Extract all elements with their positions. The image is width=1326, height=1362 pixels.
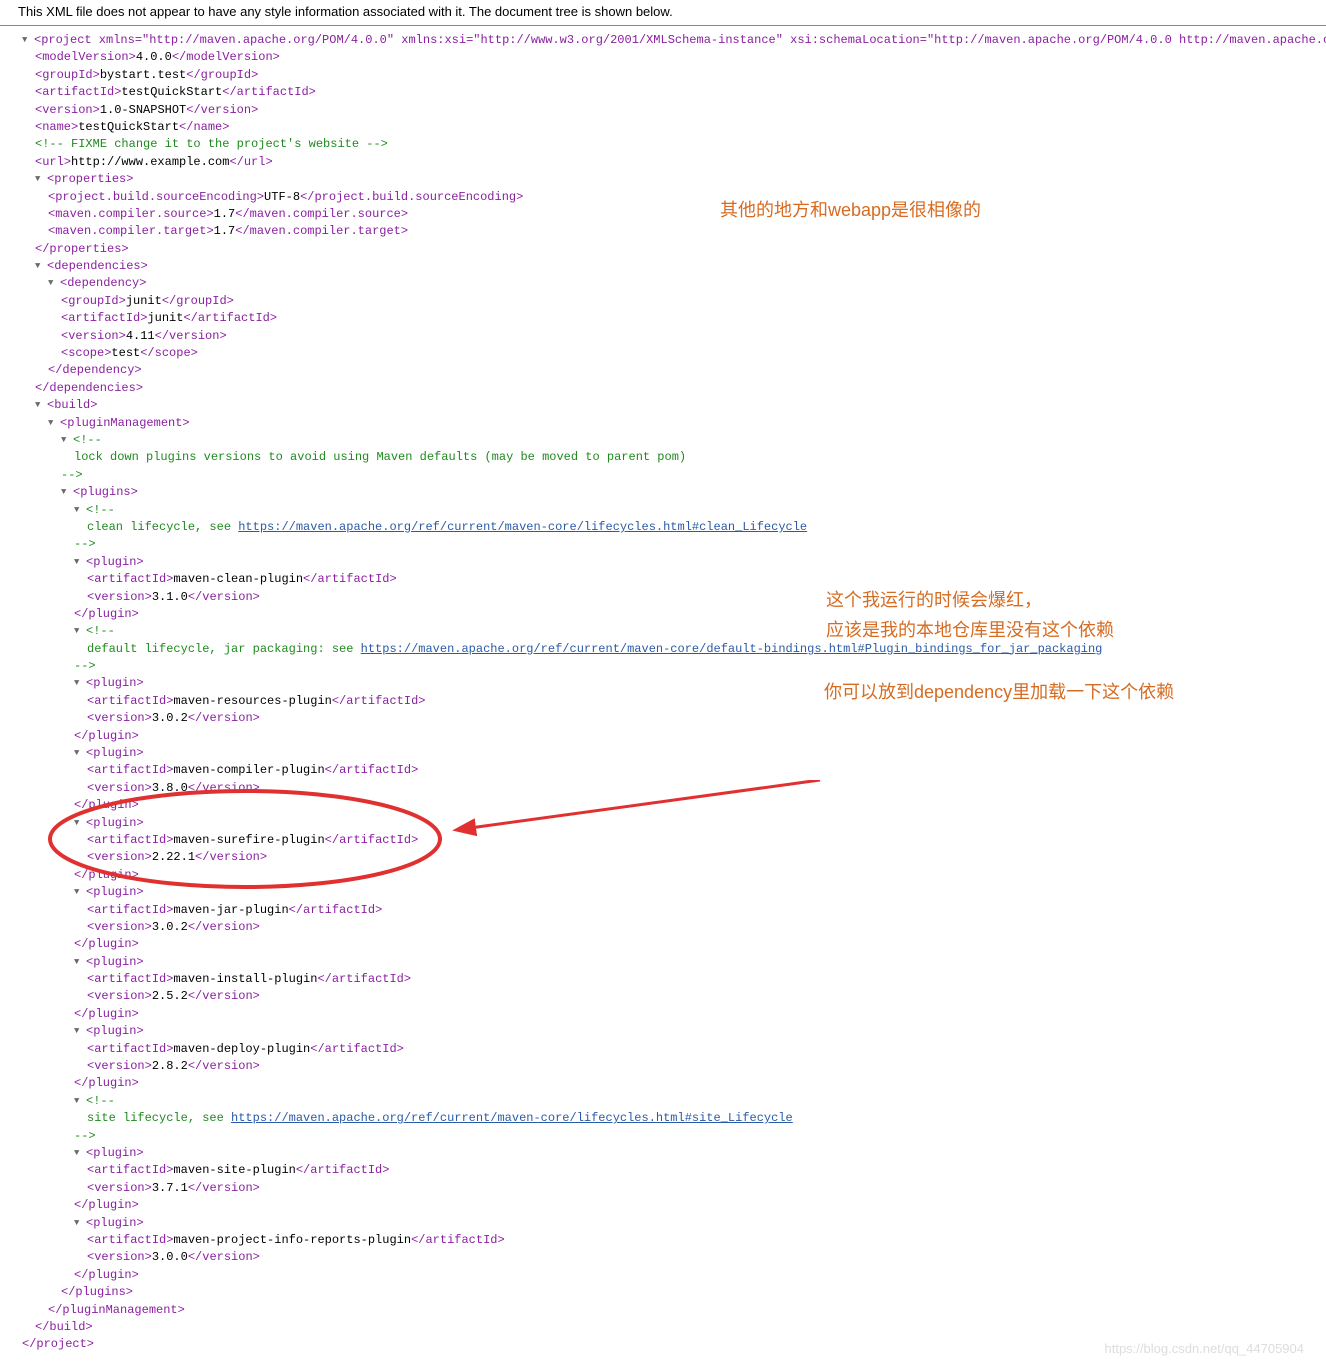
toggle-icon[interactable]: ▼ bbox=[74, 817, 84, 830]
toggle-icon[interactable]: ▼ bbox=[35, 173, 45, 186]
toggle-icon[interactable]: ▼ bbox=[74, 1095, 84, 1108]
link-site-lifecycle[interactable]: https://maven.apache.org/ref/current/mav… bbox=[231, 1111, 793, 1125]
toggle-icon[interactable]: ▼ bbox=[48, 277, 58, 290]
annotation-1: 其他的地方和webapp是很相像的 bbox=[720, 196, 981, 222]
toggle-icon[interactable]: ▼ bbox=[74, 747, 84, 760]
toggle-icon[interactable]: ▼ bbox=[22, 34, 32, 47]
toggle-icon[interactable]: ▼ bbox=[74, 1217, 84, 1230]
annotation-4: 你可以放到dependency里加载一下这个依赖 bbox=[824, 678, 1174, 704]
toggle-icon[interactable]: ▼ bbox=[35, 399, 45, 412]
xml-notice: This XML file does not appear to have an… bbox=[0, 0, 1326, 26]
toggle-icon[interactable]: ▼ bbox=[61, 486, 71, 499]
link-clean-lifecycle[interactable]: https://maven.apache.org/ref/current/mav… bbox=[238, 520, 807, 534]
toggle-icon[interactable]: ▼ bbox=[74, 956, 84, 969]
toggle-icon[interactable]: ▼ bbox=[74, 504, 84, 517]
toggle-icon[interactable]: ▼ bbox=[74, 677, 84, 690]
annotation-2: 这个我运行的时候会爆红， bbox=[826, 586, 1042, 612]
toggle-icon[interactable]: ▼ bbox=[74, 1147, 84, 1160]
project-open: <project xmlns="http://maven.apache.org/… bbox=[34, 33, 1326, 47]
toggle-icon[interactable]: ▼ bbox=[74, 886, 84, 899]
toggle-icon[interactable]: ▼ bbox=[74, 556, 84, 569]
toggle-icon[interactable]: ▼ bbox=[74, 1025, 84, 1038]
annotation-3: 应该是我的本地仓库里没有这个依赖 bbox=[826, 616, 1114, 642]
toggle-icon[interactable]: ▼ bbox=[74, 625, 84, 638]
toggle-icon[interactable]: ▼ bbox=[35, 260, 45, 273]
toggle-icon[interactable]: ▼ bbox=[48, 417, 58, 430]
watermark: https://blog.csdn.net/qq_44705904 bbox=[1105, 1341, 1305, 1356]
link-default-bindings[interactable]: https://maven.apache.org/ref/current/mav… bbox=[361, 642, 1103, 656]
toggle-icon[interactable]: ▼ bbox=[61, 434, 71, 447]
